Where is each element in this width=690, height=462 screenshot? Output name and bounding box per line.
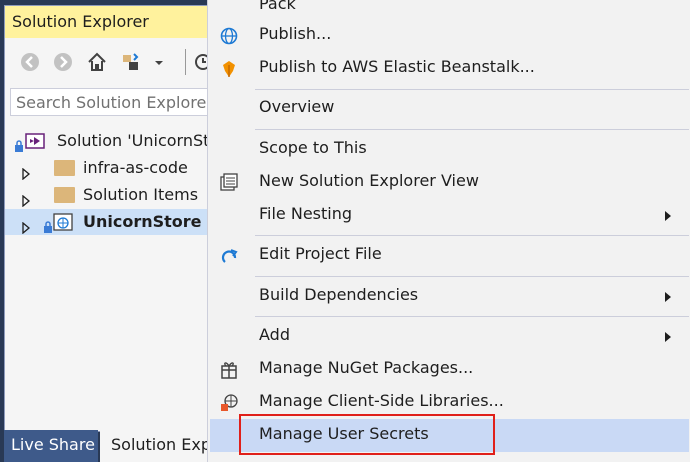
- menu-item-label: Manage NuGet Packages...: [259, 358, 474, 377]
- new-window-icon: [219, 173, 239, 193]
- expand-arrow-icon[interactable]: [21, 162, 31, 181]
- tree-item-folder[interactable]: infra-as-code: [5, 155, 210, 181]
- menu-item-edit-project-file[interactable]: Edit Project File: [210, 239, 689, 272]
- tree-item-label: Solution Items: [83, 185, 199, 204]
- submenu-arrow-icon: [665, 211, 671, 221]
- lock-icon: [43, 215, 53, 233]
- redo-arrow-icon: [219, 246, 239, 266]
- menu-item-label: Pack: [259, 0, 296, 13]
- folder-icon: [54, 187, 75, 203]
- back-icon[interactable]: [19, 51, 41, 73]
- menu-item-label: Edit Project File: [259, 244, 382, 263]
- menu-item-add[interactable]: Add: [210, 320, 689, 353]
- chevron-down-icon[interactable]: [152, 51, 166, 73]
- menu-item-scope-to-this[interactable]: Scope to This: [210, 133, 689, 166]
- expand-arrow-icon[interactable]: [21, 216, 31, 235]
- menu-separator: [255, 129, 689, 130]
- forward-icon[interactable]: [52, 51, 74, 73]
- submenu-arrow-icon: [665, 332, 671, 342]
- menu-item-label: Add: [259, 325, 290, 344]
- panel-tabs: Live Share Solution Explorer: [4, 430, 209, 462]
- menu-item-manage-nuget[interactable]: Manage NuGet Packages...: [210, 353, 689, 386]
- solution-explorer-toolbar: [5, 40, 210, 84]
- solution-explorer-panel: Solution Explorer Search Solution Explor…: [4, 5, 211, 432]
- aws-beanstalk-icon: [219, 59, 239, 79]
- menu-separator: [255, 235, 689, 236]
- menu-item-label: File Nesting: [259, 204, 353, 223]
- tree-item-project[interactable]: UnicornStore: [5, 209, 210, 235]
- lock-icon: [14, 134, 24, 152]
- menu-separator: [255, 89, 689, 90]
- menu-separator: [255, 316, 689, 317]
- context-menu: Pack Publish... Publish to AWS Elastic B…: [207, 0, 690, 462]
- menu-item-new-view[interactable]: New Solution Explorer View: [210, 166, 689, 199]
- menu-item-label: Overview: [259, 97, 335, 116]
- menu-item-file-nesting[interactable]: File Nesting: [210, 199, 689, 232]
- menu-item-label: Publish to AWS Elastic Beanstalk...: [259, 57, 535, 76]
- menu-item-publish[interactable]: Publish...: [210, 19, 689, 52]
- search-input[interactable]: Search Solution Explorer: [10, 88, 210, 116]
- tree-item-folder[interactable]: Solution Items: [5, 182, 210, 208]
- tree-item-label: Solution 'UnicornStore': [57, 131, 210, 150]
- menu-item-label: Publish...: [259, 24, 332, 43]
- folder-icon: [54, 160, 75, 176]
- nuget-package-icon: [219, 360, 239, 380]
- toolbar-separator: [185, 49, 186, 75]
- highlight-callout: [239, 414, 495, 455]
- web-project-icon: [53, 213, 73, 231]
- menu-item-build-dependencies[interactable]: Build Dependencies: [210, 280, 689, 313]
- submenu-arrow-icon: [665, 292, 671, 302]
- menu-item-publish-aws[interactable]: Publish to AWS Elastic Beanstalk...: [210, 52, 689, 85]
- menu-separator: [255, 276, 689, 277]
- menu-item-overview[interactable]: Overview: [210, 92, 689, 125]
- client-libraries-icon: [219, 393, 239, 413]
- tree-item-label: UnicornStore: [83, 212, 202, 231]
- menu-item-label: New Solution Explorer View: [259, 171, 479, 190]
- tree-item-label: infra-as-code: [83, 158, 188, 177]
- menu-item-label: Build Dependencies: [259, 285, 419, 304]
- tab-solution-explorer[interactable]: Solution Explorer: [100, 430, 209, 462]
- panel-title: Solution Explorer: [5, 6, 210, 38]
- visual-studio-solution-icon: [25, 132, 45, 150]
- menu-item-label: Scope to This: [259, 138, 367, 157]
- tree-item-solution[interactable]: Solution 'UnicornStore': [5, 128, 210, 154]
- tab-live-share[interactable]: Live Share: [4, 430, 98, 462]
- switch-views-icon[interactable]: [120, 51, 142, 73]
- expand-arrow-icon[interactable]: [21, 189, 31, 208]
- menu-item-label: Manage Client-Side Libraries...: [259, 391, 504, 410]
- home-icon[interactable]: [86, 51, 108, 73]
- globe-publish-icon: [219, 26, 239, 46]
